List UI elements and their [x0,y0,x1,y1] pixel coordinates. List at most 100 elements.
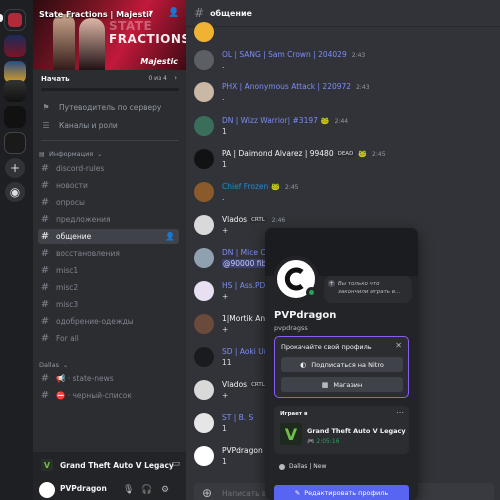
channel-item[interactable]: # misc2 [38,280,179,295]
message-author[interactable]: HS | Ass.PD [222,281,265,290]
invite-icon[interactable]: 👤 [168,8,179,18]
server-icon-5[interactable] [4,106,26,128]
avatar[interactable] [194,281,214,301]
avatar[interactable] [194,215,214,235]
channel-item[interactable]: # misc3 [38,297,179,312]
category-dallas[interactable]: Dallas ⌄ [39,361,68,369]
message-author[interactable]: PVPdragon [222,446,263,455]
category-label: Dallas [39,361,59,369]
edit-profile-button[interactable]: ✎ Редактировать профиль [274,485,409,500]
server-name[interactable]: State Fractions | Majestic [39,10,151,19]
user-panel[interactable]: PVPdragon 🎙 🎧 ⚙ [33,480,186,500]
message-author[interactable]: SD | Aoki Un [222,347,268,356]
gta-icon: V [280,423,302,445]
message-author[interactable]: PHX | Anonymous Attack | 220972 [222,82,351,91]
message-author[interactable]: Vlados [222,215,247,224]
chevron-down-icon[interactable]: ▾ [149,8,153,17]
hash-icon: # [40,163,50,174]
gear-icon[interactable]: ⚙ [161,485,169,495]
message-text: 11 [222,358,232,367]
channel-sidebar: STATE FRACTIONS Majestic State Fractions… [33,0,186,500]
nav-label: Путеводитель по серверу [59,102,162,112]
button-label: Магазин [333,380,363,389]
bubble-text: Вы только что закончили играть в... [338,281,401,295]
message-author[interactable]: PA | Daimond Alvarez | 99480 [222,149,334,158]
message-author[interactable]: DN | Mice C [222,248,266,257]
channel-blacklist[interactable]: # ⛔ · черный-список [38,388,179,403]
custom-status-bubble[interactable]: + Вы только что закончили играть в... [324,276,412,303]
avatar[interactable] [194,22,214,42]
avatar[interactable] [39,482,55,498]
channel-name: черный-список [72,391,132,400]
avatar[interactable] [194,248,214,268]
channel-item[interactable]: # опросы [38,195,179,210]
message-text: 1 [222,160,227,169]
hash-icon: # [40,180,50,191]
profile-avatar[interactable] [273,256,319,302]
message-author[interactable]: Chief Frozen [222,182,268,191]
channel-label: одобрение-одежды [56,317,134,326]
role-tag: DEAD [335,151,356,157]
profile-username: pvpdragss [274,324,308,332]
activity-bar[interactable]: V Grand Theft Auto V Legacy ▭ [33,452,186,480]
avatar[interactable] [194,314,214,334]
message-author[interactable]: 1|Mortik Ang [222,314,270,323]
avatar[interactable] [194,380,214,400]
microphone-icon[interactable]: 🎙 [123,485,134,495]
server-icon-6[interactable] [4,132,26,154]
channel-state-news[interactable]: # 📢 · state-news [38,371,179,386]
add-server-icon[interactable]: + [5,158,25,178]
progress-bar [41,88,179,91]
channel-item[interactable]: # новости [38,178,179,193]
message-author[interactable]: OL | SANG | Sam Crown | 204029 [222,50,347,59]
category-info[interactable]: ▤ Информация ⌄ [39,150,102,158]
discover-icon[interactable]: ◉ [5,182,25,202]
server-icon-home[interactable] [4,9,26,31]
server-icon-2[interactable] [4,35,26,57]
channel-item[interactable]: # предложения [38,212,179,227]
message-author[interactable]: DN | Wizz Warrior| #3197 [222,116,318,125]
server-banner[interactable]: STATE FRACTIONS Majestic State Fractions… [33,0,186,70]
hash-icon: # [40,231,50,242]
shop-button[interactable]: ▦ Магазин [281,377,403,392]
nav-server-guide[interactable]: ⚑ Путеводитель по серверу [39,99,179,115]
more-icon[interactable]: ⋯ [396,408,404,417]
channel-item[interactable]: # одобрение-одежды [38,314,179,329]
user-name: PVPdragon [60,484,107,493]
message-author[interactable]: ST | B. S [222,413,253,422]
avatar[interactable] [194,182,214,202]
avatar[interactable] [194,347,214,367]
close-icon[interactable]: ✕ [395,341,402,350]
add-attachment-icon[interactable]: ⊕ [202,486,212,500]
channel-item[interactable]: # discord-rules [38,161,179,176]
add-member-icon[interactable]: 👤 [165,232,175,241]
avatar[interactable] [194,50,214,70]
channel-item[interactable]: # восстановления [38,246,179,261]
avatar[interactable] [194,413,214,433]
server-tag: Dallas | New [279,463,326,470]
channel-item[interactable]: # misc1 [38,263,179,278]
activity-card[interactable]: Играет в ⋯ V Grand Theft Auto V Legacy 🎮… [274,406,409,454]
channel-label: For all [56,334,79,343]
server-icon-4[interactable] [4,80,26,102]
message-author[interactable]: Vlados [222,380,247,389]
mention[interactable]: @90000 fib [222,259,268,268]
avatar[interactable] [194,116,214,136]
avatar[interactable] [194,149,214,169]
profile-popout: + Вы только что закончили играть в... PV… [265,228,418,500]
subscribe-nitro-button[interactable]: ◐ Подписаться на Nitro [281,357,403,372]
channel-name: state-news [72,374,114,383]
message-time: 2:44 [334,118,349,125]
nitro-icon: ◐ [300,360,307,369]
megaphone-icon: 📢 [56,374,66,383]
headphones-icon[interactable]: 🎧 [141,485,152,495]
avatar[interactable] [194,446,214,466]
channel-item[interactable]: # For all [38,331,179,346]
screen-share-icon[interactable]: ▭ [171,459,180,469]
avatar[interactable] [194,82,214,102]
message-time: 2:46 [271,217,286,224]
onboarding-progress[interactable]: Начать 0 из 4 › [41,74,179,91]
nav-channels-roles[interactable]: ☰ Каналы и роли [39,117,179,133]
channel-item[interactable]: # общение 👤 [38,229,179,244]
banner-figure [79,18,105,70]
